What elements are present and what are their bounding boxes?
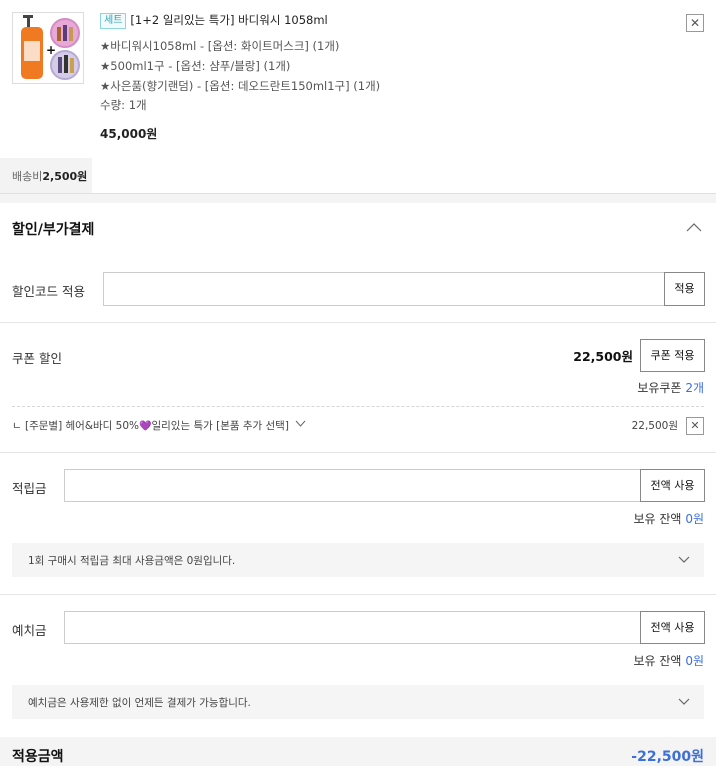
points-balance-label: 보유 잔액 [633,512,682,526]
product-option-1: ★바디워시1058ml - [옵션: 화이트머스크] (1개) [100,39,340,53]
applied-total-value: -22,500원 [631,749,704,765]
chevron-down-icon[interactable] [677,553,691,567]
remove-coupon-button[interactable]: ✕ [686,417,704,435]
owned-coupons[interactable]: 보유쿠폰 2개 [637,379,704,396]
points-input[interactable] [64,469,641,502]
owned-coupons-count: 2개 [685,381,704,395]
close-icon: ✕ [689,16,701,30]
apply-discount-code-button[interactable]: 적용 [664,272,705,306]
product-title[interactable]: 세트 [1+2 일리있는 특가] 바디워시 1058ml [100,12,328,29]
product-option-2: ★500ml1구 - [옵션: 샴푸/블랑] (1개) [100,59,291,73]
heart-icon: 💜 [139,421,152,432]
applied-coupon[interactable]: ㄴ [주문별] 헤어&바디 50%💜일리있는 특가 [본품 추가 선택] [12,418,306,433]
remove-product-button[interactable]: ✕ [686,14,704,32]
deposit-balance-label: 보유 잔액 [633,654,682,668]
chevron-up-icon[interactable] [686,220,702,236]
points-balance-value: 0원 [685,512,704,526]
product-price: 45,000원 [100,127,158,141]
points-info-box[interactable]: 1회 구매시 적립금 최대 사용금액은 0원입니다. [12,543,704,577]
coupon-discount-label: 쿠폰 할인 [12,351,62,366]
use-all-deposit-button[interactable]: 전액 사용 [640,611,705,644]
chevron-down-icon [295,420,306,427]
coupon-discount-amount: 22,500원 [573,349,633,364]
product-image: + [13,13,83,83]
shipping-label: 배송비 [12,170,43,183]
product-name: [1+2 일리있는 특가] 바디워시 1058ml [130,13,328,27]
product-option-3: ★사은품(향기랜덤) - [옵션: 데오드란트150ml1구] (1개) [100,79,381,93]
section-divider [0,193,716,203]
applied-total-label: 적용금액 [12,749,64,765]
deposit-balance-value: 0원 [685,654,704,668]
deposit-info-text: 예치금은 사용제한 없이 언제든 결제가 가능합니다. [28,697,251,709]
divider [0,452,716,453]
deposit-info-box[interactable]: 예치금은 사용제한 없이 언제든 결제가 가능합니다. [12,685,704,719]
set-badge: 세트 [100,13,127,29]
applied-coupon-prefix: ㄴ [주문별] 헤어&바디 50% [12,420,140,432]
section-title: 할인/부가결제 [12,222,95,238]
points-info-text: 1회 구매시 적립금 최대 사용금액은 0원입니다. [28,555,236,567]
product-quantity: 수량: 1개 [100,98,147,112]
owned-coupons-label: 보유쿠폰 [637,381,682,395]
divider [0,594,716,595]
deposit-balance: 보유 잔액 0원 [634,652,705,669]
use-all-points-button[interactable]: 전액 사용 [640,469,705,502]
discount-code-input[interactable] [103,272,665,306]
product-thumbnail[interactable]: + [12,12,84,84]
deposit-input[interactable] [64,611,641,644]
chevron-down-icon[interactable] [677,695,691,709]
close-icon: ✕ [690,419,700,432]
shipping-value: 2,500원 [42,170,88,183]
shipping-fee: 배송비2,500원 [0,158,92,193]
discount-code-label: 할인코드 적용 [12,284,85,299]
dashed-divider [12,406,704,407]
divider [0,322,716,323]
applied-total-bar [0,737,716,766]
points-balance: 보유 잔액 0원 [634,510,705,527]
applied-coupon-suffix: 일리있는 특가 [본품 추가 선택] [151,420,289,432]
deposit-label: 예치금 [12,623,47,638]
points-label: 적립금 [12,481,47,496]
apply-coupon-button[interactable]: 쿠폰 적용 [640,339,705,372]
applied-coupon-amount: 22,500원 [631,420,678,432]
